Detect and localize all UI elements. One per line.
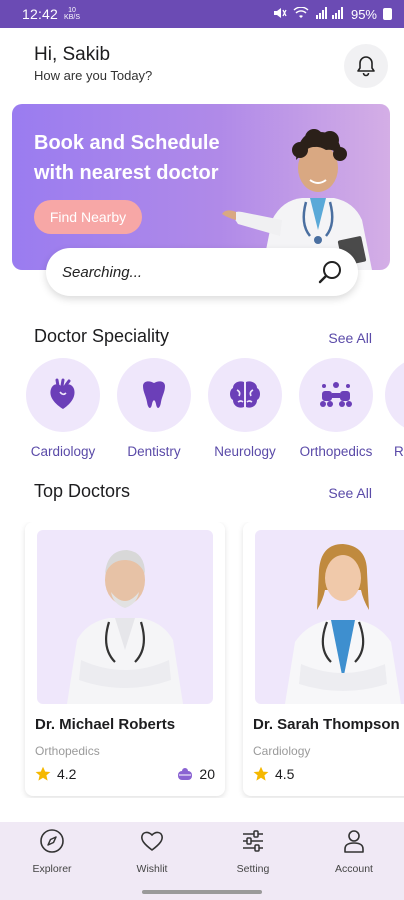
speciality-label: Orthopedics [299,444,373,459]
mute-icon [273,7,287,22]
speciality-label: Neurology [214,444,276,459]
home-indicator[interactable] [142,890,262,894]
speciality-partial[interactable]: R [382,358,404,459]
doctor-portrait [285,544,401,704]
network-speed: 10 KB/S [64,7,80,21]
patients-icon [178,768,193,780]
top-doctors-list: Dr. Michael Roberts Orthopedics 4.2 20 D… [0,522,404,798]
nav-wishlist[interactable]: Wishlit [112,828,192,875]
signal-icon [315,6,345,22]
doctor-rating: 4.5 [253,766,294,782]
doctor-name: Dr. Michael Roberts [35,716,176,733]
nav-explorer[interactable]: Explorer [12,828,92,875]
speciality-label: R [394,444,404,459]
greeting-header: Hi, Sakib How are you Today? [34,44,152,83]
doctor-photo [255,530,404,704]
speciality-section-title: Doctor Speciality [34,326,170,346]
speciality-label: Cardiology [30,444,96,459]
battery-icon [383,8,392,20]
status-time: 12:42 [22,6,59,22]
bones-icon [320,382,352,407]
status-bar: 12:42 10 KB/S 95% [0,0,404,28]
doctor-card[interactable]: Dr. Sarah Thompson Cardiology 4.5 [243,522,404,796]
compass-icon [40,829,64,853]
doctor-speciality: Cardiology [253,744,311,758]
speciality-list: Cardiology Dentistry Neurology Orthopedi… [0,358,404,468]
bell-icon [357,56,375,77]
nav-label: Account [335,863,373,875]
search-icon[interactable] [318,259,344,285]
notification-button[interactable] [344,44,388,88]
sliders-icon [243,830,263,852]
speciality-neurology[interactable]: Neurology [200,358,290,459]
doctor-name: Dr. Sarah Thompson [253,716,400,733]
top-doctors-section-title: Top Doctors [34,481,131,501]
doctor-photo [37,530,213,704]
doctor-patient-count: 20 [177,766,215,782]
nav-setting[interactable]: Setting [213,828,293,875]
promo-banner: Book and Schedule with nearest doctor Fi… [12,104,390,270]
heart-anatomy-icon [50,378,75,409]
search-bar[interactable] [46,248,358,296]
speciality-cardiology[interactable]: Cardiology [18,358,108,459]
wifi-icon [293,5,309,22]
battery-text: 95% [350,6,377,22]
doctor-rating: 4.2 [35,766,76,782]
find-nearby-button[interactable]: Find Nearby [34,200,142,234]
speciality-label: Dentistry [127,444,181,459]
user-icon [344,830,364,853]
heart-icon [141,831,163,851]
brain-icon [230,381,260,408]
nav-account[interactable]: Account [314,828,394,875]
search-input[interactable] [60,262,318,282]
doctor-speciality: Orthopedics [35,744,100,758]
greeting-subtitle: How are you Today? [34,68,153,83]
doctor-card[interactable]: Dr. Michael Roberts Orthopedics 4.2 20 [25,522,225,796]
nav-label: Explorer [32,863,72,875]
speciality-see-all-link[interactable]: See All [328,330,372,346]
nav-label: Wishlit [136,863,168,875]
top-doctors-see-all-link[interactable]: See All [328,485,372,501]
doctor-portrait [67,550,183,704]
nav-label: Setting [236,863,270,875]
greeting-title: Hi, Sakib [34,44,111,65]
star-icon [35,766,51,781]
speciality-orthopedics[interactable]: Orthopedics [291,358,381,459]
tooth-icon [143,381,165,408]
bottom-navigation: Explorer Wishlit Setting Account [0,822,404,900]
speciality-dentistry[interactable]: Dentistry [109,358,199,459]
star-icon [253,766,269,781]
